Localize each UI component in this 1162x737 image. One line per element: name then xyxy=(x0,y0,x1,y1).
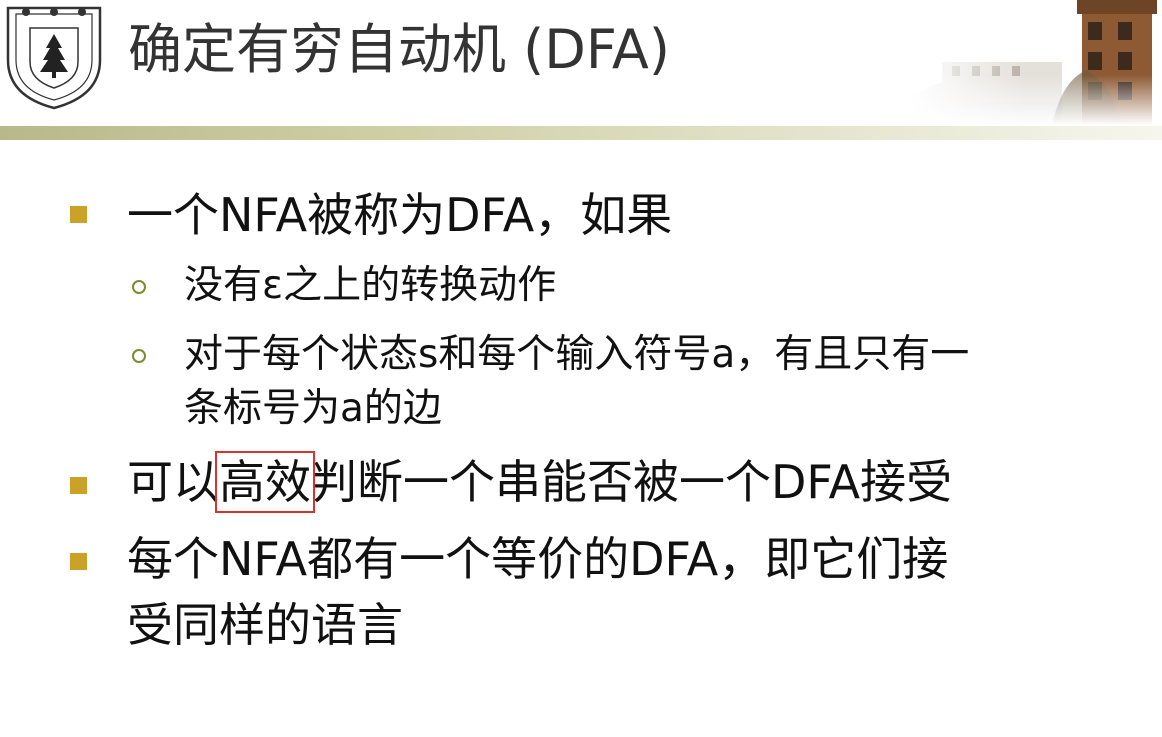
header-divider xyxy=(0,126,1162,140)
bullet-3-line-1: 每个NFA都有一个等价的DFA，即它们接 xyxy=(127,532,949,586)
bullet-square-icon xyxy=(70,477,87,494)
bullet-square-icon xyxy=(70,553,87,570)
bullet-2-text-before: 可以 xyxy=(127,455,219,509)
bullet-circle-icon xyxy=(132,280,146,294)
university-seal-icon xyxy=(6,6,102,110)
sub-bullet-1-text: 没有ε之上的转换动作 xyxy=(184,263,557,308)
bullet-circle-icon xyxy=(132,349,146,363)
bullet-square-icon xyxy=(70,206,87,223)
bullet-3-line-2: 受同样的语言 xyxy=(127,598,403,652)
campus-building-photo xyxy=(912,0,1162,125)
bullet-2-text: 可以高效判断一个串能否被一个DFA接受 xyxy=(127,449,952,515)
sub-bullet-2-line-2: 条标号为a的边 xyxy=(184,386,442,431)
bullet-2-text-after: 判断一个串能否被一个DFA接受 xyxy=(311,455,953,509)
sub-bullet-2-line-1: 对于每个状态s和每个输入符号a，有且只有一 xyxy=(184,332,970,377)
bullet-1-text: 一个NFA被称为DFA，如果 xyxy=(127,188,673,242)
slide-title: 确定有穷自动机 (DFA) xyxy=(128,18,670,81)
highlighted-term-box: 高效 xyxy=(215,451,315,513)
slide-header: 确定有穷自动机 (DFA) xyxy=(0,0,1162,140)
